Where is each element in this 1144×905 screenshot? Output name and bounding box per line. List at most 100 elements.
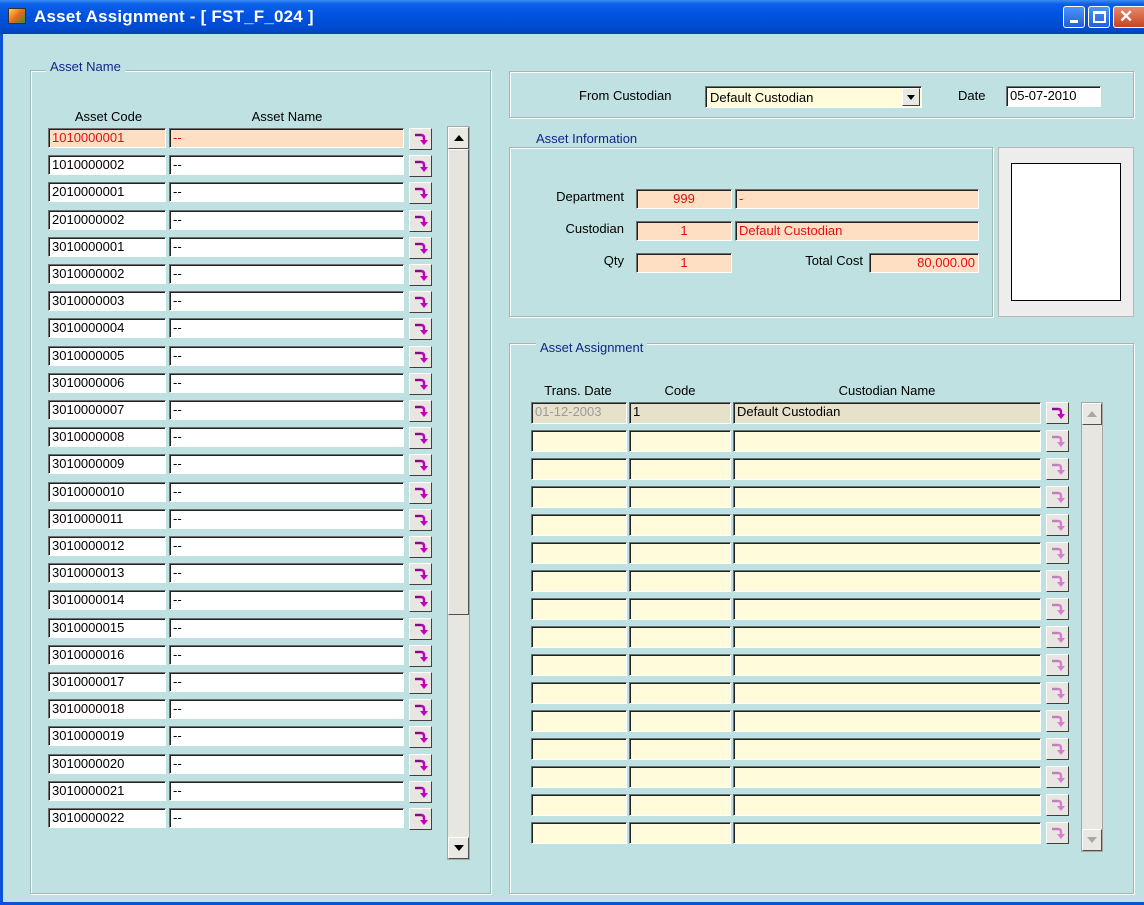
qty-field[interactable]: 1 [636, 253, 732, 273]
asset-name-cell[interactable]: -- [169, 291, 404, 312]
assignment-scroll-up-button[interactable] [1082, 403, 1102, 425]
asset-code-cell[interactable]: 3010000007 [48, 400, 166, 420]
row-select-button[interactable] [409, 590, 432, 613]
trans-date-cell[interactable] [531, 766, 627, 788]
row-select-button[interactable] [1046, 822, 1069, 844]
row-select-button[interactable] [409, 182, 432, 205]
asset-name-cell[interactable]: -- [169, 536, 404, 556]
asset-photo[interactable] [1011, 163, 1121, 301]
asset-code-cell[interactable]: 3010000018 [48, 699, 166, 720]
asset-code-cell[interactable]: 3010000011 [48, 508, 166, 529]
row-select-button[interactable] [409, 481, 432, 504]
row-select-button[interactable] [409, 672, 432, 694]
asset-name-cell[interactable]: -- [169, 780, 404, 801]
row-select-button[interactable] [409, 454, 432, 477]
code-cell[interactable] [629, 626, 731, 648]
asset-name-cell[interactable]: -- [169, 345, 404, 366]
department-code-field[interactable]: 999 [636, 189, 732, 209]
custodian-name-cell[interactable] [733, 598, 1041, 620]
asset-name-cell[interactable]: -- [169, 128, 404, 148]
asset-code-cell[interactable]: 3010000017 [48, 672, 166, 692]
asset-name-cell[interactable]: -- [169, 672, 404, 692]
assignment-scrollbar[interactable] [1081, 402, 1103, 852]
row-select-button[interactable] [409, 808, 432, 830]
row-select-button[interactable] [409, 128, 432, 150]
row-select-button[interactable] [1046, 570, 1069, 592]
trans-date-cell[interactable] [531, 794, 627, 816]
custodian-name-cell[interactable] [733, 794, 1041, 816]
asset-name-cell[interactable]: -- [169, 182, 404, 203]
row-select-button[interactable] [1046, 486, 1069, 508]
custodian-name-cell[interactable] [733, 710, 1041, 732]
trans-date-cell[interactable] [531, 570, 627, 592]
asset-name-cell[interactable]: -- [169, 753, 404, 774]
dropdown-button[interactable] [902, 88, 920, 106]
trans-date-cell[interactable] [531, 598, 627, 620]
trans-date-cell[interactable] [531, 486, 627, 508]
code-cell[interactable] [629, 514, 731, 536]
asset-code-cell[interactable]: 3010000020 [48, 753, 166, 774]
row-select-button[interactable] [409, 291, 432, 314]
asset-code-cell[interactable]: 3010000019 [48, 726, 166, 747]
code-cell[interactable] [629, 458, 731, 480]
code-cell[interactable] [629, 486, 731, 508]
row-select-button[interactable] [1046, 766, 1069, 788]
row-select-button[interactable] [409, 780, 432, 803]
row-select-button[interactable] [1046, 654, 1069, 676]
row-select-button[interactable] [1046, 514, 1069, 536]
custodian-name-cell[interactable] [733, 766, 1041, 788]
asset-code-cell[interactable]: 1010000002 [48, 155, 166, 176]
asset-code-cell[interactable]: 3010000022 [48, 808, 166, 828]
asset-name-cell[interactable]: -- [169, 699, 404, 720]
asset-name-cell[interactable]: -- [169, 454, 404, 475]
trans-date-cell[interactable]: 01-12-2003 [531, 402, 627, 424]
row-select-button[interactable] [1046, 794, 1069, 816]
asset-code-cell[interactable]: 1010000001 [48, 128, 166, 148]
custodian-name-cell[interactable] [733, 682, 1041, 704]
row-select-button[interactable] [409, 318, 432, 341]
row-select-button[interactable] [409, 427, 432, 450]
asset-list-scrollbar[interactable] [447, 126, 470, 860]
row-select-button[interactable] [409, 264, 432, 286]
custodian-code-field[interactable]: 1 [636, 221, 732, 241]
code-cell[interactable] [629, 794, 731, 816]
asset-name-cell[interactable]: -- [169, 644, 404, 665]
from-custodian-select[interactable]: Default Custodian [705, 86, 922, 108]
asset-code-cell[interactable]: 3010000010 [48, 481, 166, 502]
asset-code-cell[interactable]: 3010000004 [48, 318, 166, 339]
custodian-name-cell[interactable] [733, 430, 1041, 452]
custodian-name-cell[interactable] [733, 654, 1041, 676]
custodian-name-cell[interactable] [733, 570, 1041, 592]
asset-code-cell[interactable]: 3010000016 [48, 644, 166, 665]
row-select-button[interactable] [409, 345, 432, 368]
asset-name-cell[interactable]: -- [169, 318, 404, 339]
code-cell[interactable] [629, 654, 731, 676]
asset-name-cell[interactable]: -- [169, 508, 404, 529]
custodian-name-cell[interactable]: Default Custodian [733, 402, 1041, 424]
row-select-button[interactable] [409, 400, 432, 422]
asset-name-cell[interactable]: -- [169, 427, 404, 448]
asset-code-cell[interactable]: 3010000005 [48, 345, 166, 366]
scroll-down-button[interactable] [448, 837, 469, 859]
asset-code-cell[interactable]: 3010000012 [48, 536, 166, 556]
row-select-button[interactable] [409, 644, 432, 667]
row-select-button[interactable] [1046, 402, 1069, 424]
code-cell[interactable] [629, 710, 731, 732]
asset-name-cell[interactable]: -- [169, 726, 404, 747]
maximize-button[interactable] [1088, 6, 1110, 28]
custodian-name-cell[interactable] [733, 822, 1041, 844]
custodian-name-cell[interactable] [733, 542, 1041, 564]
row-select-button[interactable] [409, 536, 432, 558]
row-select-button[interactable] [409, 753, 432, 776]
asset-code-cell[interactable]: 3010000001 [48, 236, 166, 257]
code-cell[interactable] [629, 542, 731, 564]
asset-code-cell[interactable]: 3010000021 [48, 780, 166, 801]
row-select-button[interactable] [409, 236, 432, 259]
close-button[interactable]: ✕ [1113, 6, 1144, 28]
asset-name-cell[interactable]: -- [169, 481, 404, 502]
asset-code-cell[interactable]: 3010000008 [48, 427, 166, 448]
trans-date-cell[interactable] [531, 430, 627, 452]
row-select-button[interactable] [1046, 542, 1069, 564]
code-cell[interactable] [629, 682, 731, 704]
asset-name-cell[interactable]: -- [169, 264, 404, 284]
